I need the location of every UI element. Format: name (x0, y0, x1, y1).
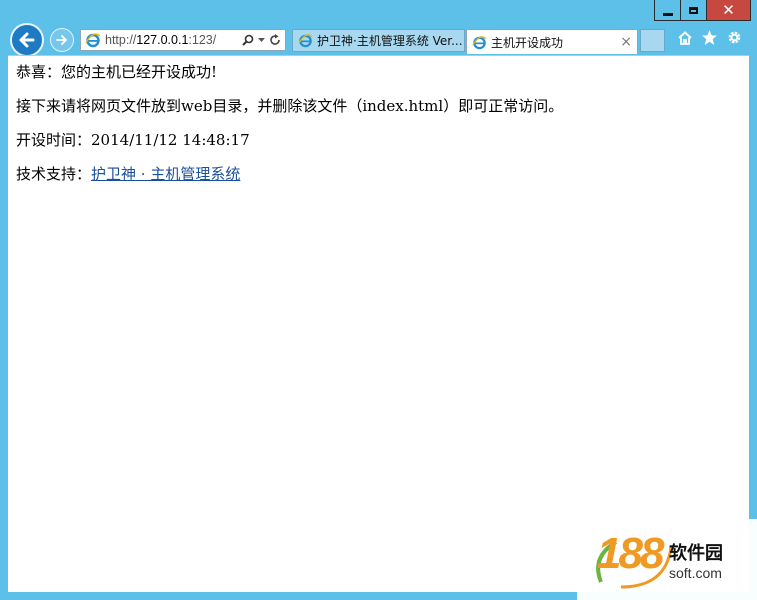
window-controls: ✕ (654, 0, 751, 22)
arrow-left-icon (19, 32, 35, 48)
refresh-icon[interactable] (269, 34, 281, 46)
watermark-en: soft.com (669, 565, 722, 581)
ie-logo-icon (85, 33, 101, 48)
forward-button[interactable] (50, 28, 74, 52)
watermark-logo: 188 软件园 soft.com (577, 519, 757, 600)
address-bar[interactable]: http://127.0.0.1:123/ (80, 29, 286, 51)
maximize-icon (689, 6, 698, 14)
ie-logo-icon (298, 34, 313, 48)
browser-window: ✕ http://127.0.0.1:123/ 护卫神·主机管理系统 Ver..… (0, 0, 757, 600)
tab-close-icon[interactable]: × (620, 34, 632, 50)
success-message: 恭喜：您的主机已经开设成功! (16, 63, 218, 81)
support-line: 技术支持：护卫神 · 主机管理系统 (16, 165, 241, 183)
arrow-right-icon (56, 35, 67, 45)
maximize-button[interactable] (680, 0, 707, 21)
tab-label: 主机开设成功 (491, 35, 564, 50)
minimize-button[interactable] (654, 0, 681, 21)
tab-label: 护卫神·主机管理系统 Ver... (317, 34, 463, 48)
tab-huweishen[interactable]: 护卫神·主机管理系统 Ver... (292, 29, 465, 52)
page-content: 恭喜：您的主机已经开设成功! 接下来请将网页文件放到web目录，并删除该文件（i… (8, 55, 749, 592)
watermark-cn: 软件园 (669, 543, 723, 564)
ie-logo-icon (472, 35, 487, 49)
address-tools (242, 34, 281, 46)
instruction-text: 接下来请将网页文件放到web目录，并删除该文件（index.html）即可正常访… (16, 97, 564, 115)
browser-tools (677, 29, 743, 46)
support-link[interactable]: 护卫神 · 主机管理系统 (91, 165, 240, 183)
new-tab-button[interactable] (640, 29, 665, 52)
tab-host-created[interactable]: 主机开设成功 × (466, 29, 638, 54)
address-url: http://127.0.0.1:123/ (105, 33, 217, 47)
chevron-down-icon[interactable] (258, 37, 265, 44)
back-button[interactable] (10, 23, 44, 57)
favorites-star-icon[interactable] (701, 29, 718, 46)
search-icon[interactable] (242, 34, 254, 46)
creation-time: 开设时间：2014/11/12 14:48:17 (16, 131, 250, 149)
gear-icon[interactable] (726, 29, 743, 46)
watermark-number: 188 (597, 529, 664, 578)
close-window-button[interactable]: ✕ (706, 0, 751, 21)
minimize-icon (662, 12, 673, 16)
home-icon[interactable] (677, 30, 693, 46)
close-icon: ✕ (722, 0, 735, 19)
